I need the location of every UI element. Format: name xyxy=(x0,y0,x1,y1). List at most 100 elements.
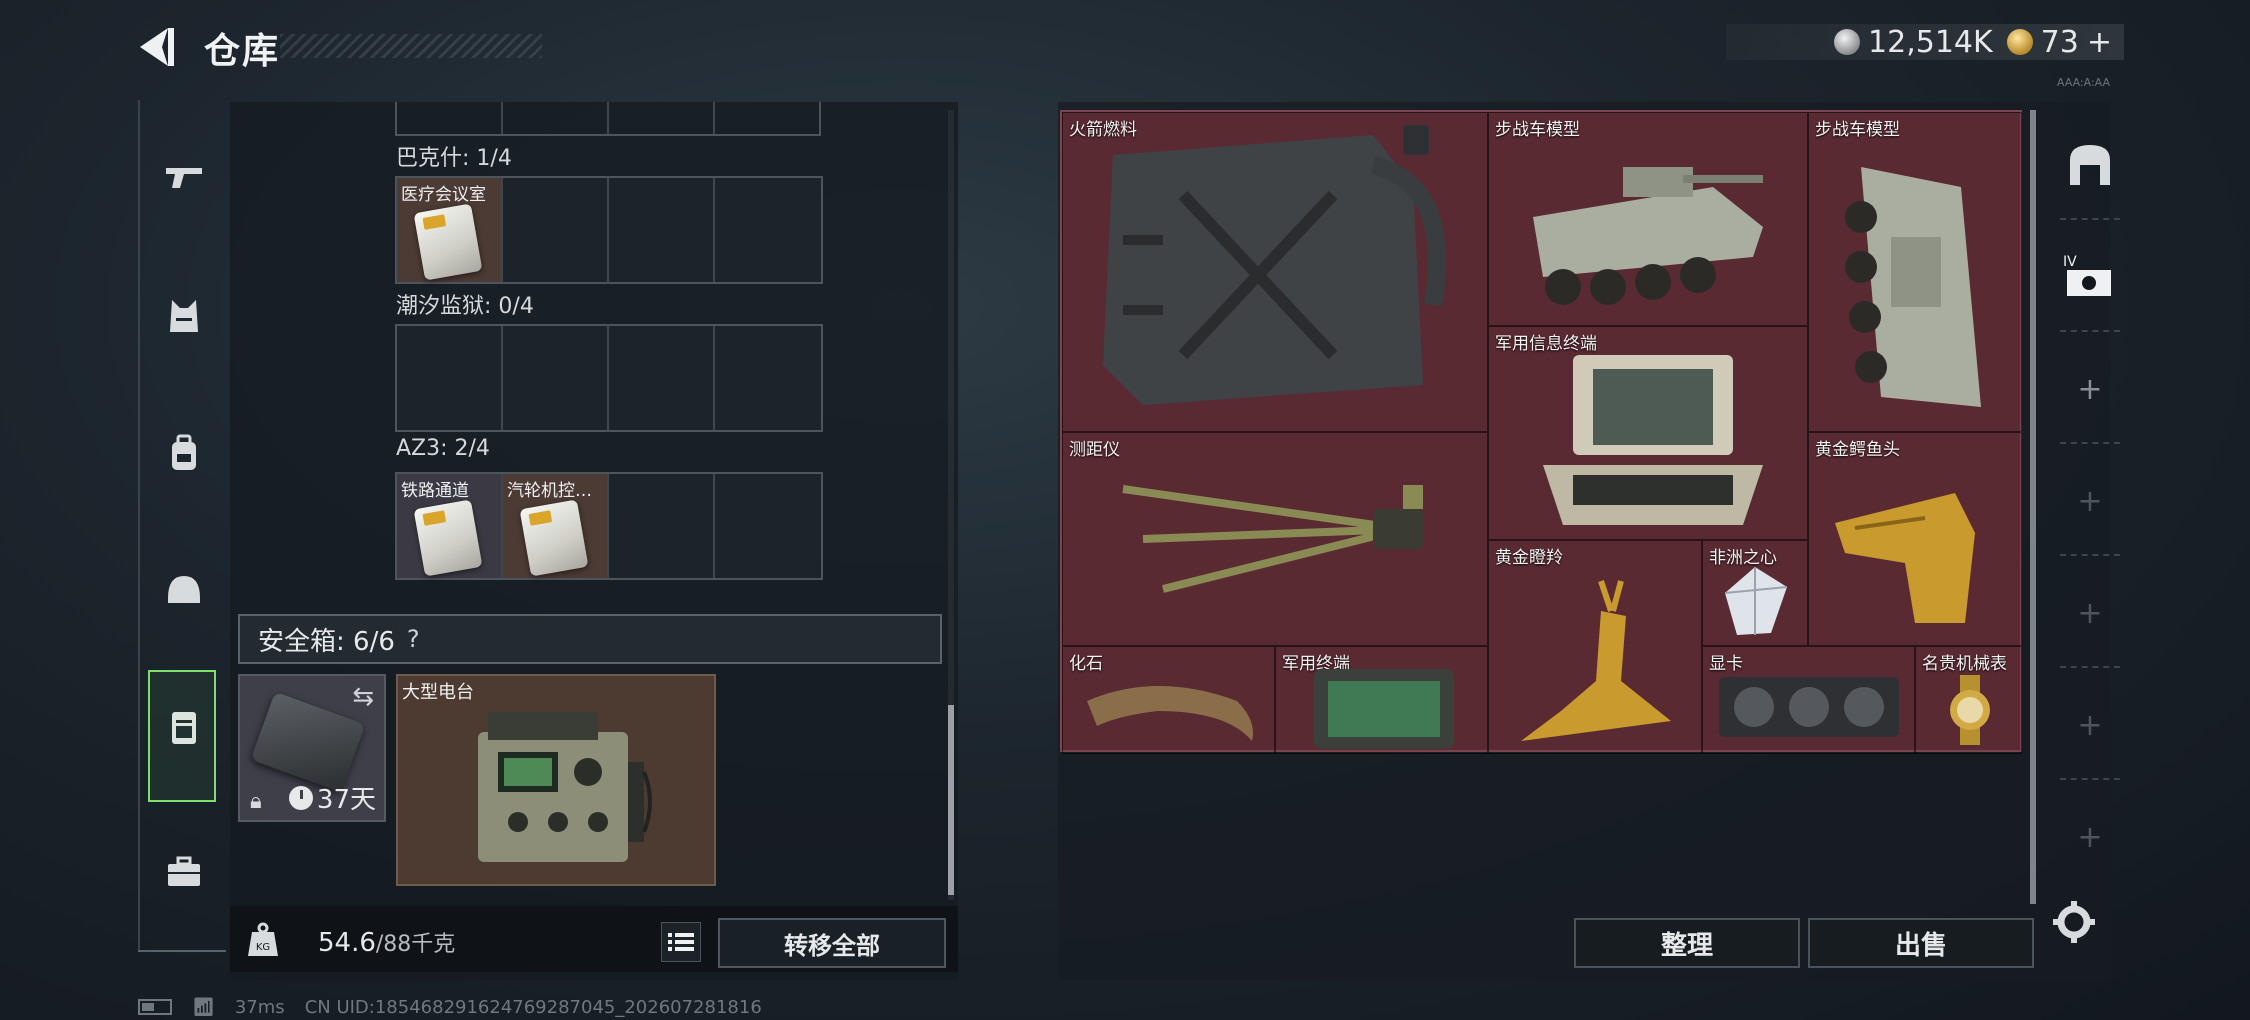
cash-register-icon: IV xyxy=(2063,254,2111,296)
category-rail xyxy=(138,100,226,950)
rail-item-backpack[interactable] xyxy=(154,424,214,484)
empty-cell[interactable] xyxy=(503,178,609,282)
cut-off-row xyxy=(395,102,821,136)
silver-coin-icon xyxy=(1834,29,1861,55)
tab-add[interactable]: + xyxy=(2040,670,2140,780)
timer-value: 37天 xyxy=(316,785,376,815)
ping-value: 37ms xyxy=(234,996,285,1018)
safe-case-image xyxy=(250,691,366,793)
section-label-az3: AZ3: 2/4 xyxy=(396,436,490,461)
item-military-info-terminal[interactable]: 军用信息终端 xyxy=(1488,326,1808,540)
ifv-model-icon xyxy=(1533,167,1763,305)
status-bar: 📶︎ 37ms CN UID:18546829162476928704​5_20… xyxy=(138,994,762,1020)
stored-item-radio[interactable]: 大型电台 xyxy=(396,674,716,886)
rail-item-toolkit[interactable] xyxy=(154,842,214,902)
keycard-cell[interactable]: 汽轮机控… xyxy=(503,474,609,578)
watch-icon xyxy=(1950,675,1990,745)
gold-currency[interactable]: 73 + xyxy=(2006,24,2112,60)
tab-sell-terminal[interactable]: IV xyxy=(2040,222,2140,332)
gold-coin-icon xyxy=(2006,29,2033,55)
back-button[interactable] xyxy=(132,22,182,72)
tab-add[interactable]: + xyxy=(2040,558,2140,668)
golden-crocodile-head-icon xyxy=(1835,493,1975,623)
empty-cell[interactable] xyxy=(715,474,821,578)
item-golden-crocodile-head[interactable]: 黄金鳄鱼头 xyxy=(1808,432,2022,646)
empty-cell[interactable] xyxy=(503,326,609,430)
sell-button[interactable]: 出售 xyxy=(1808,918,2034,968)
transfer-all-button[interactable]: 转移全部 xyxy=(718,918,946,968)
keycard-cell[interactable]: 医疗会议室 xyxy=(397,178,503,282)
empty-cell[interactable] xyxy=(609,474,715,578)
item-luxury-watch[interactable]: 名贵机械表 xyxy=(1915,646,2022,754)
tab-add[interactable]: + xyxy=(2040,334,2140,444)
tab-add[interactable]: + xyxy=(2040,446,2140,556)
rail-item-weapons[interactable] xyxy=(154,148,214,208)
item-ifv-model-rotated[interactable]: 步战车模型 xyxy=(1808,112,2022,432)
wifi-icon: 📶︎ xyxy=(192,996,215,1018)
item-label: 步战车模型 xyxy=(1815,120,1900,140)
left-scroll-thumb[interactable] xyxy=(948,705,954,895)
item-graphics-card[interactable]: 显卡 xyxy=(1702,646,1915,754)
ifv-model-icon xyxy=(1845,167,1981,407)
plus-icon: + xyxy=(2077,819,2103,855)
settings-gear-icon[interactable] xyxy=(2052,900,2096,944)
keycard-row-bakesh: 医疗会议室 xyxy=(395,176,823,284)
item-rocket-fuel[interactable]: 火箭燃料 xyxy=(1062,112,1488,432)
weight-current: 54.6 xyxy=(318,928,376,958)
tab-vault[interactable] xyxy=(2040,110,2140,220)
item-rangefinder[interactable]: 测距仪 xyxy=(1062,432,1488,646)
helmet-icon xyxy=(168,576,200,603)
gold-amount: 73 xyxy=(2040,24,2079,60)
keycard-label: 铁路通道 xyxy=(401,481,469,501)
plus-icon: + xyxy=(2077,371,2103,407)
keycard-icon xyxy=(519,499,589,577)
item-ifv-model[interactable]: 步战车模型 xyxy=(1488,112,1808,326)
pistol-icon xyxy=(166,168,202,188)
currency-bar: 12,514K 73 + xyxy=(1726,24,2124,60)
backpack-icon xyxy=(172,434,196,470)
empty-cell[interactable] xyxy=(715,326,821,430)
swap-icon[interactable]: ⇆ xyxy=(352,682,374,712)
item-golden-gazelle[interactable]: 黄金瞪羚 xyxy=(1488,540,1702,754)
rail-item-armor[interactable] xyxy=(154,286,214,346)
back-arrow-icon xyxy=(140,28,174,66)
item-fossil[interactable]: 化石 xyxy=(1062,646,1275,754)
keycard-cell[interactable]: 铁路通道 xyxy=(397,474,503,578)
item-label: 黄金瞪羚 xyxy=(1495,548,1563,568)
item-heart-of-africa[interactable]: 非洲之心 xyxy=(1702,540,1808,646)
help-icon[interactable]: ? xyxy=(407,625,420,653)
list-icon xyxy=(668,933,694,951)
sort-button[interactable]: 整理 xyxy=(1574,918,1800,968)
keycard-row-az3: 铁路通道 汽轮机控… xyxy=(395,472,823,580)
section-label-tidal-prison: 潮汐监狱: 0/4 xyxy=(396,294,534,319)
silver-currency: 12,514K xyxy=(1834,25,1993,60)
plus-icon: + xyxy=(2077,483,2103,519)
add-gold-button[interactable]: + xyxy=(2087,25,2112,60)
safe-box-slot[interactable]: ⇆ 🔒︎ 37天 xyxy=(238,674,386,822)
jerrycan-icon xyxy=(1103,125,1446,405)
list-view-button[interactable] xyxy=(661,922,701,962)
safe-box-count: 安全箱: 6/6 xyxy=(258,626,395,657)
battery-icon xyxy=(138,999,172,1015)
item-label: 黄金鳄鱼头 xyxy=(1815,440,1900,460)
tab-add[interactable]: + xyxy=(2040,782,2140,892)
briefcase-icon xyxy=(168,856,200,886)
empty-cell[interactable] xyxy=(609,178,715,282)
empty-cell[interactable] xyxy=(609,326,715,430)
item-label: 军用信息终端 xyxy=(1495,334,1597,354)
right-scroll-thumb[interactable] xyxy=(2030,110,2036,904)
lock-icon: 🔒︎ xyxy=(250,789,262,814)
title-stripe xyxy=(280,34,542,58)
section-label-bakesh: 巴克什: 1/4 xyxy=(396,146,512,171)
rail-item-helmet[interactable] xyxy=(154,560,214,620)
plus-icon: + xyxy=(2077,707,2103,743)
uid-text: CN UID:18546829162476928704​5_2026072818… xyxy=(304,996,762,1018)
plus-icon: + xyxy=(2077,595,2103,631)
empty-cell[interactable] xyxy=(397,326,503,430)
svg-text:KG: KG xyxy=(256,942,270,953)
empty-cell[interactable] xyxy=(715,178,821,282)
diamond-icon xyxy=(1724,567,1788,635)
keycard-icon xyxy=(413,499,483,577)
keycard-icon xyxy=(413,203,483,281)
item-military-terminal[interactable]: 军用终端 xyxy=(1275,646,1488,754)
